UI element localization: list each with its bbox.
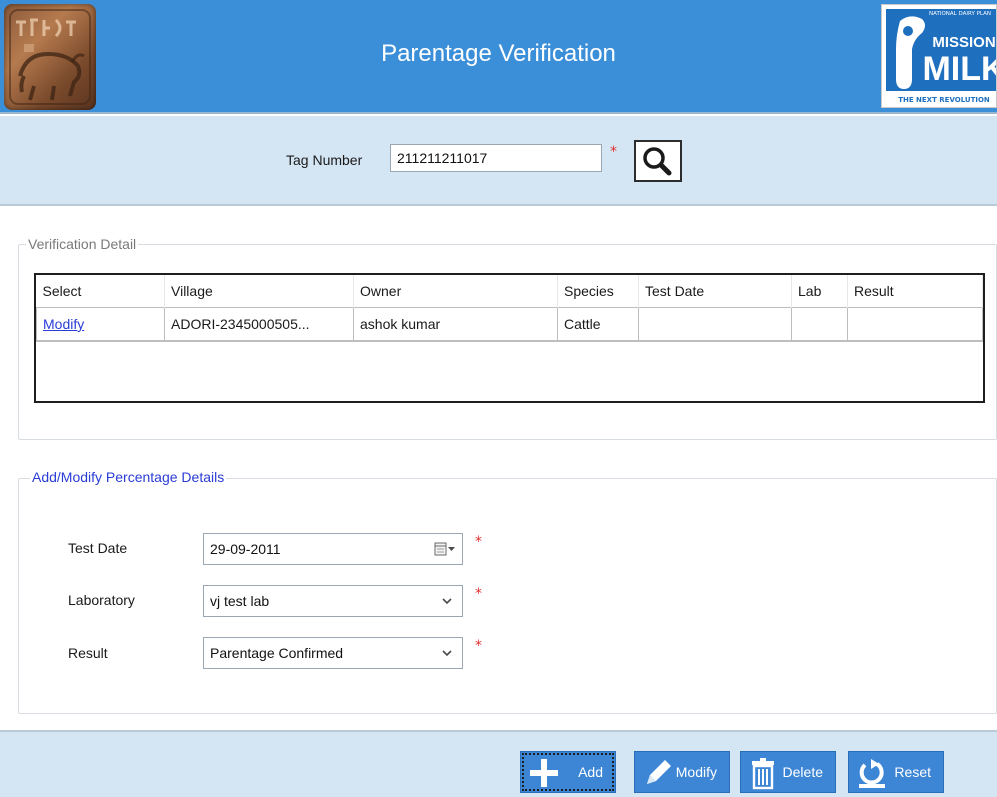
delete-button-label: Delete [782,764,823,780]
column-header-select: Select [36,275,165,307]
result-label: Result [68,645,108,661]
laboratory-select[interactable]: vj test lab [203,585,463,617]
result-select[interactable]: Parentage Confirmed [203,637,463,669]
logo-mission-text: MISSION [932,34,995,51]
reset-icon [859,759,885,788]
required-asterisk: * [475,586,482,602]
chevron-down-icon [442,650,452,657]
column-header-village: Village [164,275,354,307]
table-row: Modify ADORI-2345000505... ashok kumar C… [36,306,983,342]
magnifier-icon [643,147,672,176]
logo-top-text: NATIONAL DAIRY PLAN [929,11,991,17]
action-toolbar: Add Modify Delete Reset [0,730,997,797]
logo-tagline: THE NEXT REVOLUTION [898,96,990,104]
test-date-picker[interactable]: 29-09-2011 [203,533,463,565]
plus-icon [530,759,558,787]
species-cell: Cattle [557,306,639,342]
pencil-icon [647,760,671,784]
village-cell: ADORI-2345000505... [164,306,354,342]
lab-cell [791,306,848,342]
tag-search-panel: Tag Number * [0,116,997,206]
result-cell [847,306,983,342]
required-asterisk: * [610,144,617,160]
modify-button-label: Modify [675,764,717,780]
required-asterisk: * [475,534,482,550]
column-header-species: Species [557,275,639,307]
add-modify-group [18,478,997,714]
add-modify-legend: Add/Modify Percentage Details [30,469,227,485]
search-button[interactable] [634,140,682,182]
app-header: Parentage Verification NATIONAL DAIRY PL… [0,0,997,114]
required-asterisk: * [475,638,482,654]
trash-icon [752,758,774,790]
laboratory-value: vj test lab [210,593,270,609]
tag-number-label: Tag Number [286,152,363,168]
test-date-label: Test Date [68,540,128,556]
verification-detail-legend: Verification Detail [26,236,139,252]
owner-cell: ashok kumar [353,306,558,342]
logo-milk-text: MILK [922,50,997,88]
laboratory-label: Laboratory [68,592,135,608]
grid-header-row: Select Village Owner Species Test Date L… [36,275,983,307]
page-title: Parentage Verification [381,40,616,67]
reset-button-label: Reset [894,764,931,780]
add-button[interactable]: Add [520,751,616,793]
tag-number-input[interactable] [390,144,602,172]
modify-button[interactable]: Modify [634,751,730,793]
delete-button[interactable]: Delete [740,751,836,793]
chevron-down-icon [442,598,452,605]
column-header-lab: Lab [791,275,848,307]
test-date-value: 29-09-2011 [210,541,281,557]
verification-grid: Select Village Owner Species Test Date L… [34,273,985,403]
test-date-cell [638,306,792,342]
reset-button[interactable]: Reset [848,751,944,793]
column-header-test-date: Test Date [638,275,792,307]
add-button-label: Add [578,764,603,780]
result-value: Parentage Confirmed [210,645,344,661]
column-header-result: Result [847,275,983,307]
mission-milk-logo: NATIONAL DAIRY PLAN MISSION MILK THE NEX… [881,4,997,108]
calendar-icon[interactable] [434,542,456,556]
modify-row-link[interactable]: Modify [43,316,84,332]
select-cell: Modify [36,306,165,342]
column-header-owner: Owner [353,275,558,307]
